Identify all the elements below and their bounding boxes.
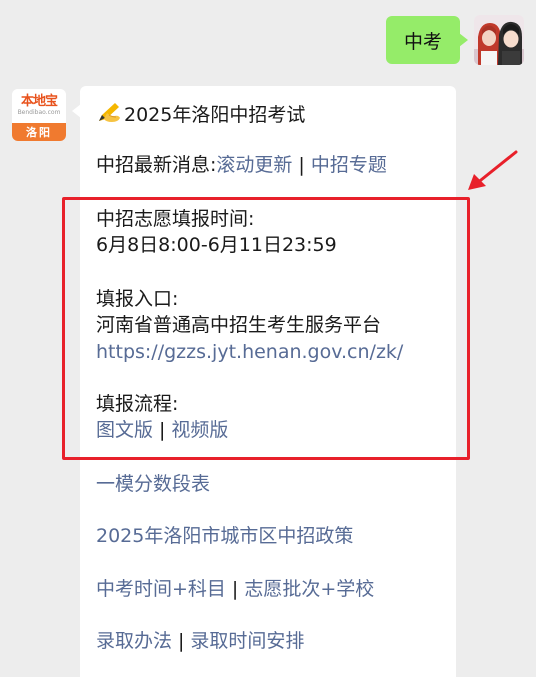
score-table-link[interactable]: 一模分数段表 [96, 472, 210, 496]
annotation-arrow-icon [468, 150, 518, 190]
separator: | [178, 630, 185, 652]
batch-school-link[interactable]: 志愿批次+学校 [244, 578, 374, 600]
admission-method-link[interactable]: 录取办法 [96, 630, 172, 652]
highlight-box [62, 197, 470, 460]
logo-city-label: 洛阳 [12, 123, 66, 141]
sent-message-text: 中考 [403, 30, 442, 53]
sent-message-bubble[interactable]: 中考 [386, 16, 468, 64]
news-label: 中招最新消息: [96, 154, 217, 176]
user-avatar[interactable] [474, 15, 524, 65]
policy-link[interactable]: 2025年洛阳市城市区中招政策 [96, 524, 353, 548]
chat-screen: 中考 本地宝 Bendibao.com 洛阳 2025年洛阳中招考试 中招最新消… [0, 0, 536, 677]
admission-row: 录取办法 | 录取时间安排 [96, 629, 304, 653]
logo-sub-text: Bendibao.com [17, 109, 61, 116]
writing-hand-icon [99, 103, 120, 122]
separator: | [298, 154, 305, 176]
bendibao-avatar[interactable]: 本地宝 Bendibao.com 洛阳 [12, 89, 66, 141]
rolling-update-link[interactable]: 滚动更新 [216, 154, 292, 176]
reply-title-row: 2025年洛阳中招考试 [96, 100, 305, 127]
exam-info-row: 中考时间+科目 | 志愿批次+学校 [96, 577, 374, 601]
separator: | [231, 578, 239, 600]
user-avatar-image [474, 15, 524, 65]
news-row: 中招最新消息:滚动更新 | 中招专题 [96, 153, 387, 177]
reply-title: 2025年洛阳中招考试 [124, 104, 306, 126]
admission-schedule-link[interactable]: 录取时间安排 [190, 630, 304, 652]
logo-brand-text: 本地宝 [20, 94, 58, 109]
bendibao-logo: 本地宝 Bendibao.com [12, 89, 66, 123]
special-topic-link[interactable]: 中招专题 [311, 154, 387, 176]
exam-time-subject-link[interactable]: 中考时间+科目 [96, 578, 226, 600]
